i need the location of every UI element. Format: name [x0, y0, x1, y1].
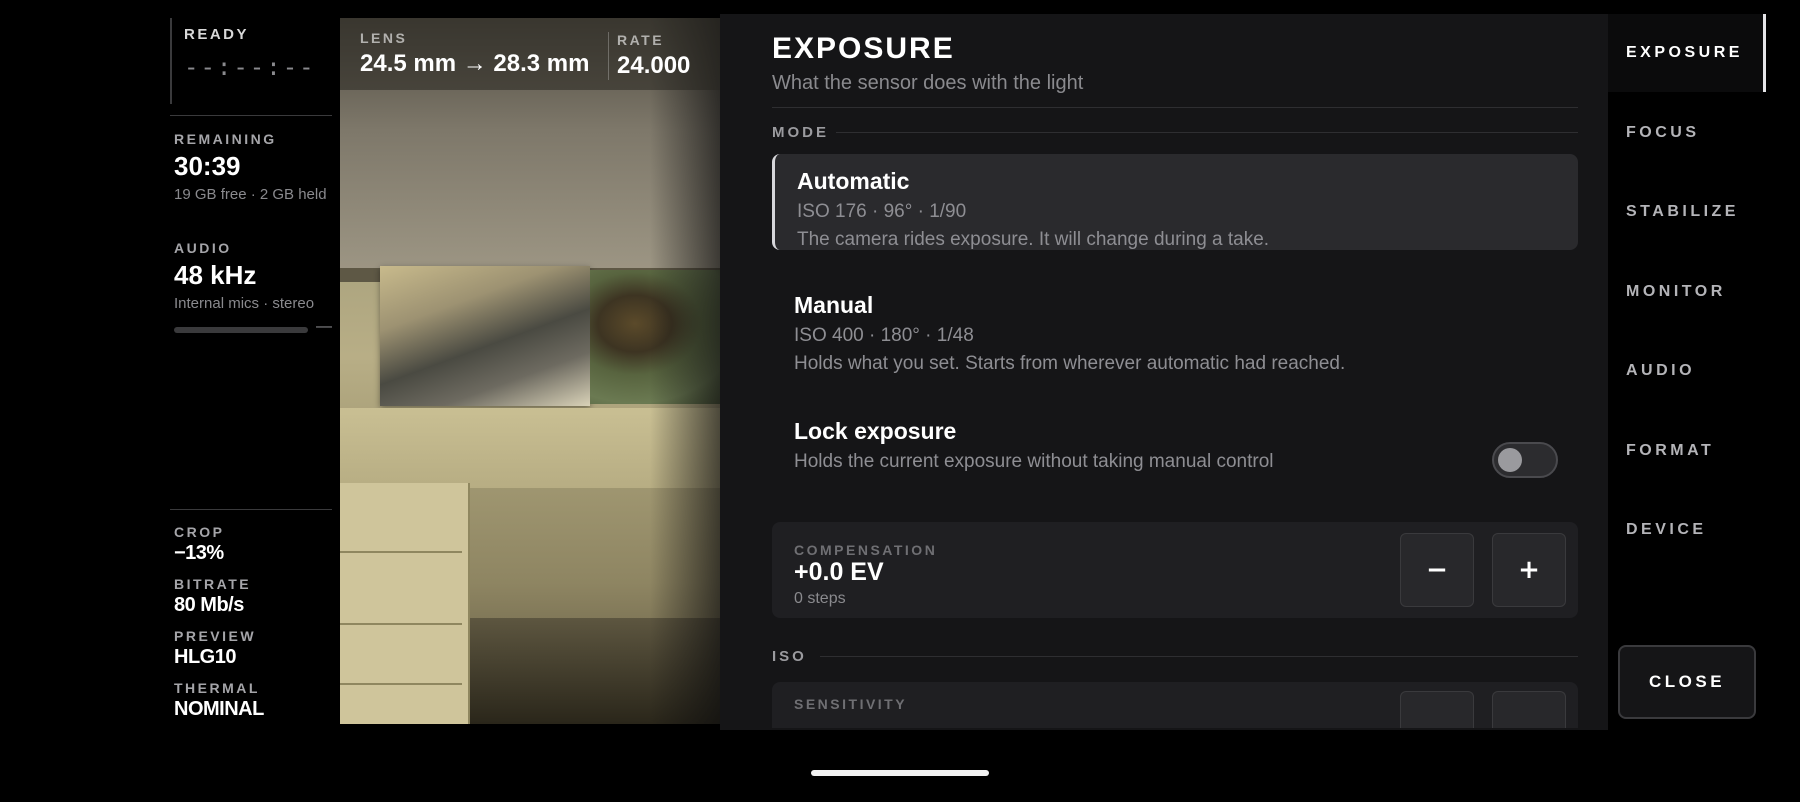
remaining-value: 30:39 — [174, 151, 241, 181]
sensitivity-label: SENSITIVITY — [794, 696, 908, 712]
audio-level-meter — [174, 327, 308, 333]
audio-stat: AUDIO 48 kHz Internal mics · stereo — [174, 240, 332, 314]
thermal-value: NOMINAL — [174, 698, 264, 720]
ready-label: READY — [184, 26, 250, 43]
lock-exposure-description: Holds the current exposure without takin… — [794, 451, 1274, 472]
thermal-stat: THERMAL NOMINAL — [174, 680, 332, 721]
lens-readout: LENS 24.5 mm → 28.3 mm — [360, 30, 589, 78]
status-rail: READY --:--:-- REMAINING 30:39 19 GB fre… — [170, 18, 332, 724]
crop-label: CROP — [174, 524, 225, 540]
bitrate-stat: BITRATE 80 Mb/s — [174, 576, 332, 617]
lock-exposure-title: Lock exposure — [794, 418, 957, 444]
compensation-decrease-button[interactable]: − — [1400, 533, 1474, 607]
panel-subtitle: What the sensor does with the light — [772, 72, 1084, 94]
option-settings: ISO 176 · 96° · 1/90 — [797, 201, 967, 222]
preview-value: HLG10 — [174, 646, 236, 668]
panel-header: EXPOSURE What the sensor does with the l… — [772, 32, 1083, 95]
home-indicator[interactable] — [811, 770, 989, 776]
divider — [820, 656, 1578, 657]
toggle-knob — [1498, 448, 1522, 472]
tab-audio[interactable]: AUDIO — [1608, 332, 1766, 410]
option-title: Manual — [794, 292, 874, 318]
sensitivity-decrease-button[interactable] — [1400, 691, 1474, 728]
compensation-steps: 0 steps — [794, 590, 846, 607]
compensation-value: +0.0 EV — [794, 558, 884, 586]
compensation-card: COMPENSATION +0.0 EV 0 steps − + — [772, 522, 1578, 618]
tab-device[interactable]: DEVICE — [1608, 491, 1766, 569]
sensitivity-increase-button[interactable] — [1492, 691, 1566, 728]
audio-value: 48 kHz — [174, 260, 257, 290]
tab-monitor[interactable]: MONITOR — [1608, 253, 1766, 331]
divider — [170, 115, 332, 116]
remaining-detail: 19 GB free · 2 GB held — [174, 186, 327, 203]
compensation-increase-button[interactable]: + — [1492, 533, 1566, 607]
divider — [836, 132, 1578, 133]
option-settings: ISO 400 · 180° · 1/48 — [794, 325, 974, 346]
preview-lighthouse-photo — [380, 266, 590, 406]
lock-exposure-row[interactable]: Lock exposure Holds the current exposure… — [772, 404, 1578, 484]
lock-exposure-toggle[interactable] — [1492, 442, 1558, 478]
remaining-stat: REMAINING 30:39 19 GB free · 2 GB held — [174, 131, 332, 205]
preview-stat: PREVIEW HLG10 — [174, 628, 332, 669]
compensation-label: COMPENSATION — [794, 542, 938, 558]
tab-format[interactable]: FORMAT — [1608, 412, 1766, 490]
preview-label: PREVIEW — [174, 628, 257, 644]
panel-title: EXPOSURE — [772, 32, 955, 65]
timecode: --:--:-- — [184, 53, 316, 81]
exposure-settings-panel: EXPOSURE What the sensor does with the l… — [720, 14, 1608, 730]
sensitivity-card: SENSITIVITY — [772, 682, 1578, 728]
tab-stabilize[interactable]: STABILIZE — [1608, 173, 1766, 251]
lens-label: LENS — [360, 30, 408, 46]
mode-section-label: MODE — [772, 124, 829, 141]
mode-option-manual[interactable]: Manual ISO 400 · 180° · 1/48 Holds what … — [772, 278, 1578, 374]
rate-label: RATE — [617, 32, 665, 48]
viewfinder-hud: LENS 24.5 mm → 28.3 mm RATE 24.000 — [340, 18, 740, 90]
audio-detail: Internal mics · stereo — [174, 295, 315, 312]
preview-cabinet — [340, 483, 470, 724]
crop-value: −13% — [174, 542, 224, 564]
tab-exposure[interactable]: EXPOSURE — [1608, 14, 1766, 92]
camera-preview[interactable]: LENS 24.5 mm → 28.3 mm RATE 24.000 — [340, 18, 740, 724]
settings-tabs: EXPOSURE FOCUS STABILIZE MONITOR AUDIO F… — [1608, 14, 1766, 538]
audio-label: AUDIO — [174, 240, 232, 256]
remaining-label: REMAINING — [174, 131, 277, 147]
thermal-label: THERMAL — [174, 680, 260, 696]
rate-value: 24.000 — [617, 52, 691, 79]
divider — [772, 107, 1578, 108]
bitrate-value: 80 Mb/s — [174, 594, 244, 616]
option-title: Automatic — [797, 168, 910, 194]
audio-meter-end: — — [316, 318, 332, 335]
option-description: Holds what you set. Starts from wherever… — [794, 353, 1346, 374]
crop-stat: CROP −13% — [174, 524, 332, 565]
close-button[interactable]: CLOSE — [1618, 645, 1756, 719]
rate-readout: RATE 24.000 — [608, 32, 690, 80]
bitrate-label: BITRATE — [174, 576, 252, 592]
iso-section-label: ISO — [772, 648, 807, 665]
tab-focus[interactable]: FOCUS — [1608, 94, 1766, 172]
lens-value: 24.5 mm → 28.3 mm — [360, 50, 590, 77]
option-description: The camera rides exposure. It will chang… — [797, 229, 1270, 250]
mode-option-automatic[interactable]: Automatic ISO 176 · 96° · 1/90 The camer… — [772, 154, 1578, 250]
record-status: READY --:--:-- — [170, 18, 332, 104]
divider — [170, 509, 332, 510]
